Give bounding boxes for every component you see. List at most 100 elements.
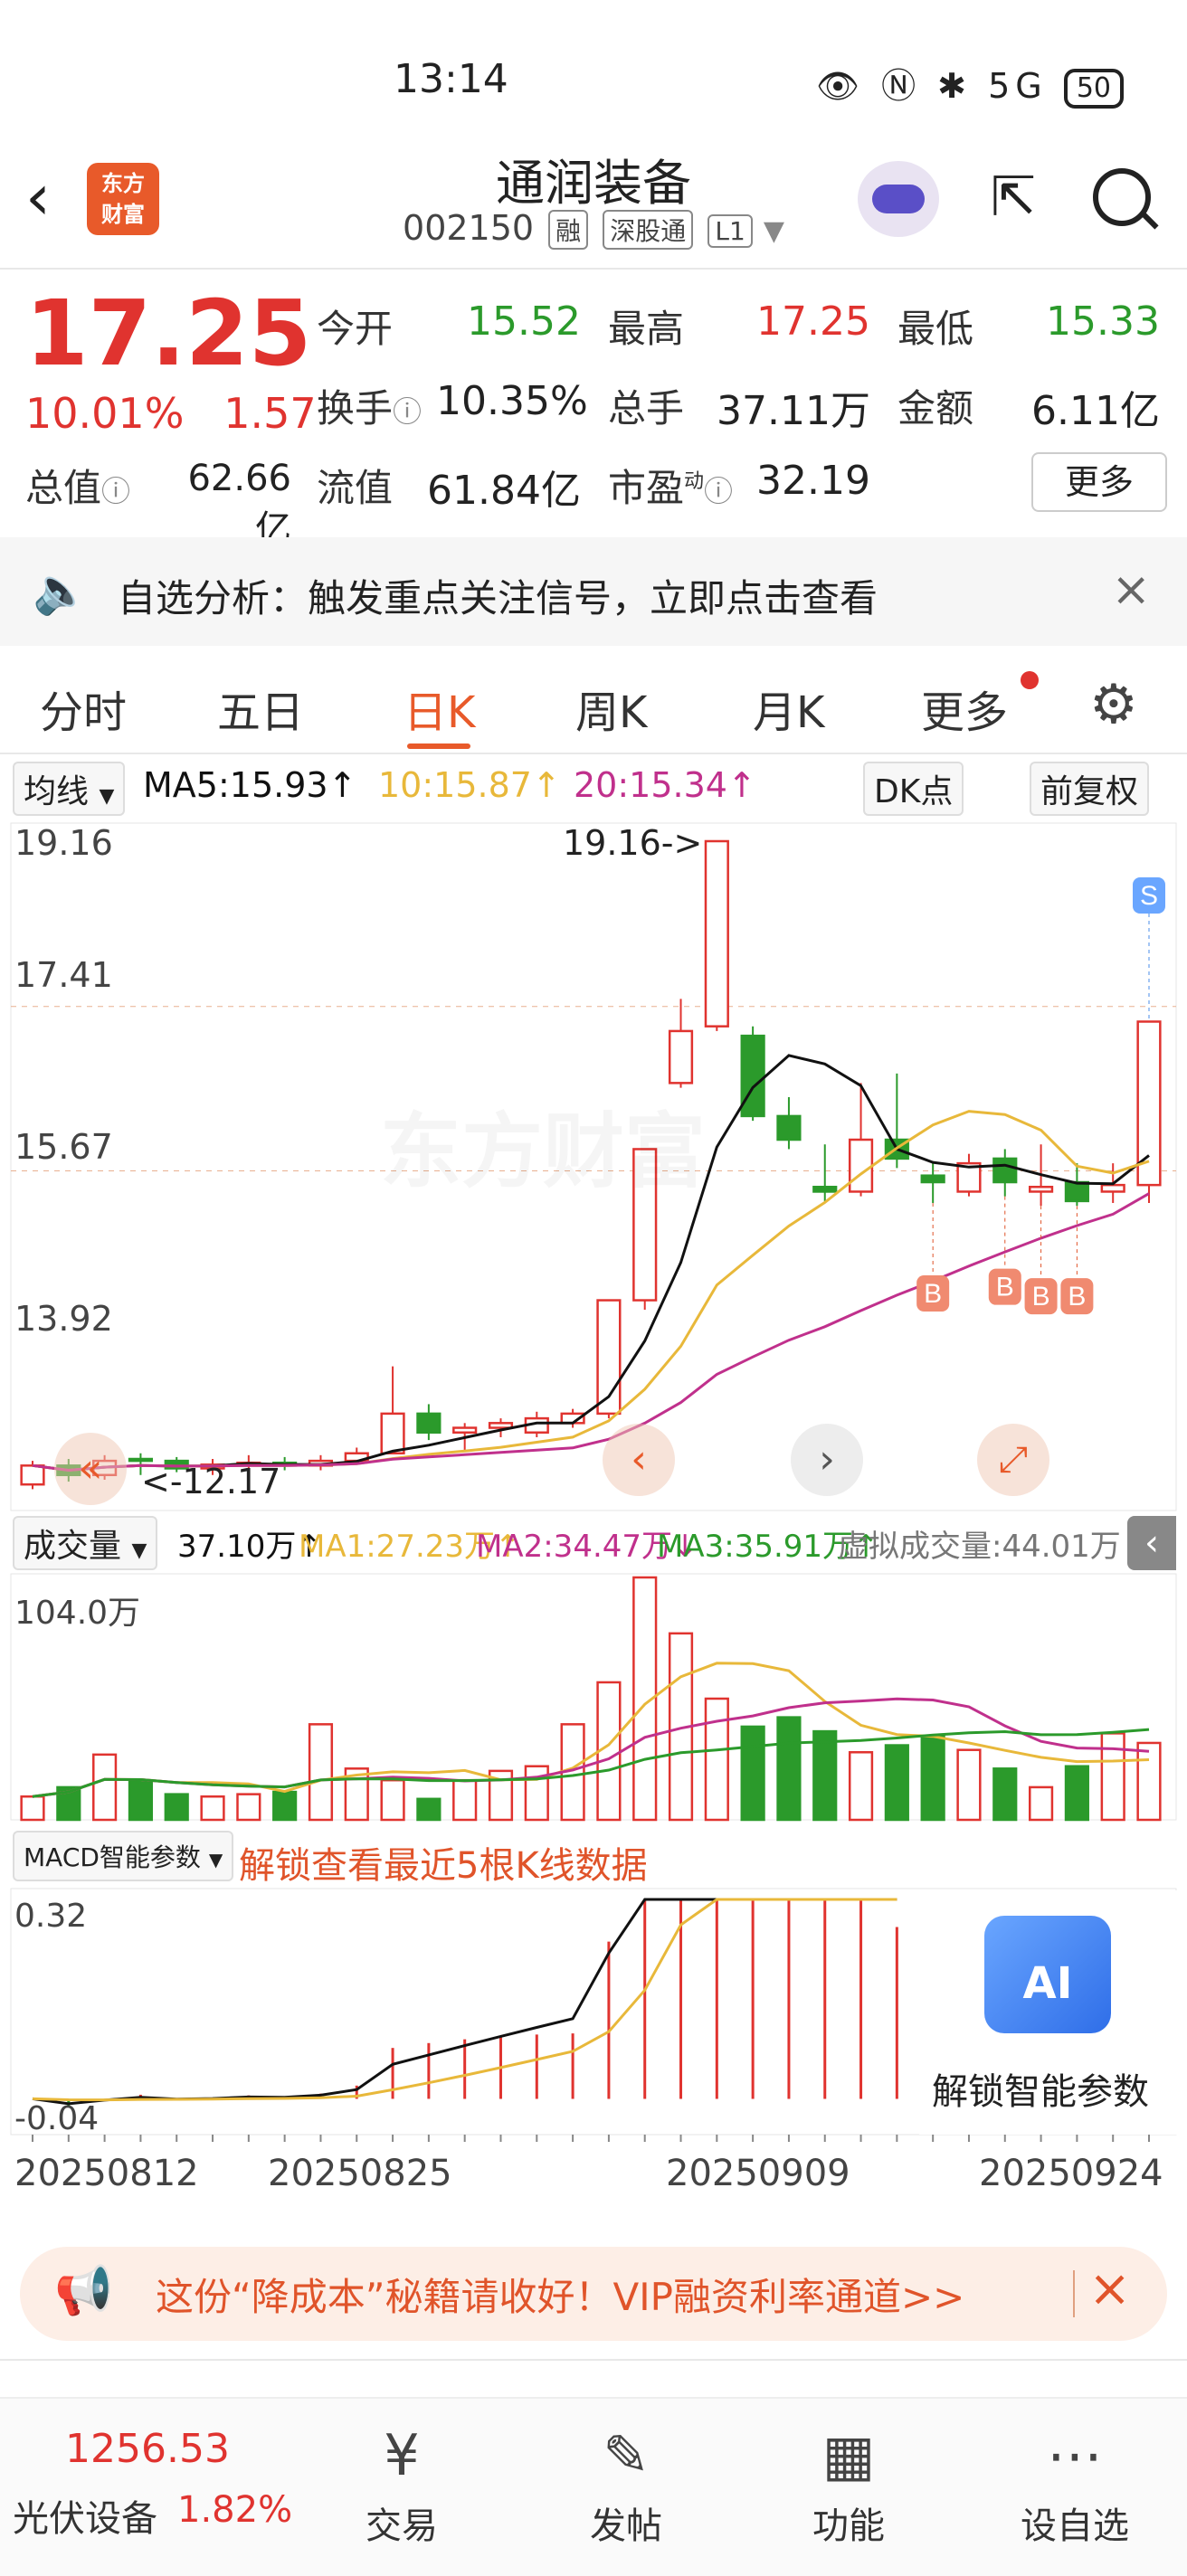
y-label-top: 19.16 (14, 823, 113, 863)
y-label-3: 15.67 (14, 1127, 113, 1167)
indicator-selector[interactable]: 均线 ▼ (13, 762, 126, 816)
tab-intraday[interactable]: 分时 (40, 677, 127, 740)
buy-signal-label: B (1068, 1282, 1086, 1312)
change-percent: 10.01% (25, 389, 185, 438)
pe-value: 32.19 (756, 458, 870, 504)
candle-body (920, 1174, 945, 1184)
dk-point-button[interactable]: DK点 (863, 762, 964, 816)
nav-function[interactable]: ▦ 功能 (776, 2415, 921, 2549)
info-icon: ⓘ (704, 474, 734, 508)
macd-selector[interactable]: MACD智能参数 ▼ (13, 1831, 234, 1881)
scroll-right-button[interactable]: › (791, 1424, 863, 1496)
pe-sup: 动 (684, 470, 705, 493)
share-button[interactable]: ⇱ (977, 161, 1049, 233)
candle-body (704, 839, 729, 1028)
clock: 13:14 (394, 56, 508, 102)
nav-post[interactable]: ✎ 发帖 (554, 2415, 698, 2549)
turnover-label[interactable]: 换手ⓘ (317, 378, 422, 433)
candle-body (488, 1422, 514, 1429)
edit-icon: ✎ (603, 2422, 650, 2488)
collapse-panel-button[interactable]: ‹ (1127, 1516, 1176, 1570)
nav-trade[interactable]: ¥ 交易 (329, 2415, 474, 2549)
megaphone-icon: 📢 (54, 2264, 113, 2318)
candle-body (740, 1034, 765, 1118)
volume-bar (452, 1778, 478, 1822)
tab-weekly-k[interactable]: 周K (575, 677, 647, 740)
candle-body (1028, 1185, 1054, 1193)
assistant-robot-icon[interactable] (858, 161, 939, 237)
tag-connect: 深股通 (603, 210, 694, 250)
adjust-button[interactable]: 前复权 (1030, 762, 1150, 816)
scroll-left-button[interactable]: ‹ (603, 1424, 675, 1496)
battery-icon: 50 (1063, 68, 1124, 109)
nav-function-label: 功能 (812, 2505, 885, 2547)
content-divider (0, 2359, 1187, 2361)
sector-index-name[interactable]: 光伏设备 (13, 2489, 157, 2542)
nav-add-watchlist[interactable]: ⋯ 设自选 (1002, 2415, 1147, 2549)
amount-label: 金额 (897, 386, 974, 431)
close-icon[interactable]: × (1111, 563, 1151, 617)
tabs-divider (0, 753, 1187, 754)
pe-label[interactable]: 市盈动ⓘ (608, 458, 733, 513)
volume-bar (200, 1795, 225, 1822)
speaker-icon: 🔈 (33, 564, 90, 617)
more-quote-button[interactable]: 更多 (1031, 452, 1167, 512)
macd-selector-label: MACD智能参数 (24, 1842, 201, 1872)
volume-bar (128, 1778, 154, 1822)
candle-body (416, 1412, 442, 1435)
macd-legend-row: MACD智能参数 ▼ 解锁查看最近5根K线数据 (0, 1831, 1187, 1887)
tab-daily-k[interactable]: 日K (404, 677, 475, 740)
candle-body (20, 1464, 45, 1486)
turnover-value: 10.35% (436, 378, 588, 424)
volume-bar (848, 1751, 874, 1822)
sector-index-value[interactable]: 1256.53 (65, 2426, 230, 2472)
ai-unlock-text: 解锁智能参数 (932, 2071, 1149, 2113)
low-value: 15.33 (1046, 298, 1160, 345)
vip-promo-text: 这份“降成本”秘籍请收好！VIP融资利率通道>> (156, 2275, 965, 2319)
y-label-2: 17.41 (14, 955, 113, 995)
info-icon: ⓘ (101, 474, 131, 508)
bottom-nav: 1256.53 光伏设备 1.82% ¥ 交易 ✎ 发帖 ▦ 功能 ⋯ 设自选 (0, 2397, 1187, 2576)
header-divider (0, 268, 1187, 270)
macd-y-top: 0.32 (14, 1898, 88, 1935)
tab-monthly-k[interactable]: 月K (753, 677, 824, 740)
scroll-left-fast-button[interactable]: « (54, 1433, 127, 1505)
gear-icon[interactable]: ⚙ (1089, 673, 1138, 736)
low-label: 最低 (897, 307, 974, 351)
tab-more[interactable]: 更多 (921, 677, 1008, 740)
period-tabs: 分时 五日 日K 周K 月K 更多 ⚙ (0, 660, 1187, 751)
signal-notice[interactable]: 🔈 自选分析：触发重点关注信号，立即点击查看 × (0, 537, 1187, 646)
nav-add-watchlist-label: 设自选 (1021, 2505, 1129, 2547)
share-icon: ⇱ (990, 166, 1037, 229)
price-change: 10.01% 1.57 (25, 389, 317, 438)
mktcap-label[interactable]: 总值ⓘ (25, 458, 130, 513)
vip-promo-banner[interactable]: 📢 这份“降成本”秘籍请收好！VIP融资利率通道>> × (20, 2247, 1167, 2341)
volume-y-label: 104.0万 (14, 1595, 141, 1632)
ma10-value: 10:15.87↑ (378, 765, 561, 805)
volume-value: 37.11万 (717, 388, 870, 434)
volume-bar (956, 1748, 982, 1822)
volume-bar (776, 1716, 802, 1822)
volume-selector-label: 成交量 (24, 1528, 122, 1565)
ai-badge-icon: AI (984, 1916, 1111, 2033)
candle-body (452, 1426, 478, 1435)
ai-unlock-panel[interactable]: AI 解锁智能参数 (919, 1890, 1187, 2135)
close-icon[interactable]: × (1088, 2259, 1131, 2318)
sector-index-change: 1.82% (177, 2489, 293, 2531)
volume-bar (92, 1753, 118, 1822)
volume-ma1-line (32, 1662, 1150, 1798)
tab-five-day[interactable]: 五日 (217, 677, 304, 740)
date-label-2: 20250825 (268, 2153, 452, 2194)
date-label-4: 20250924 (979, 2153, 1163, 2194)
volume-selector[interactable]: 成交量 ▼ (13, 1516, 158, 1570)
candle-body (668, 1029, 694, 1084)
volume-bar (1028, 1785, 1054, 1822)
candle-body (848, 1138, 874, 1193)
date-label-1: 20250812 (14, 2153, 199, 2194)
macd-unlock-link[interactable]: 解锁查看最近5根K线数据 (239, 1836, 648, 1889)
candle-body (776, 1114, 802, 1141)
high-value: 17.25 (756, 298, 870, 345)
search-button[interactable] (1086, 161, 1162, 237)
candle-body (992, 1157, 1018, 1184)
fullscreen-icon[interactable]: ⤢ (977, 1424, 1049, 1496)
